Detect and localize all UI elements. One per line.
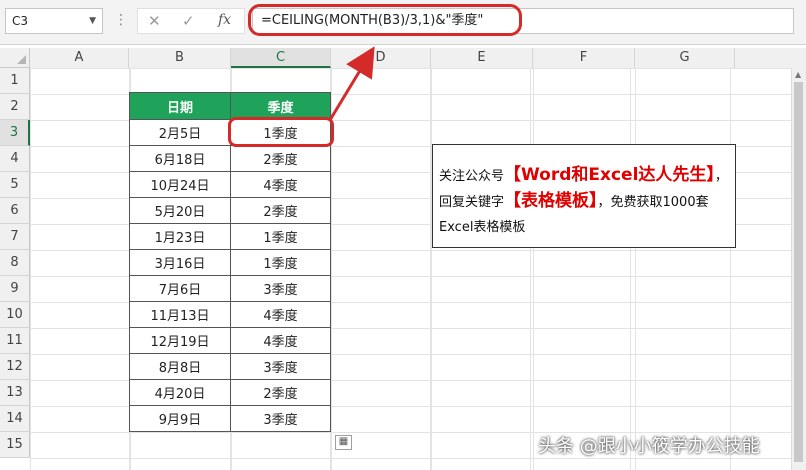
table-row: 1月23日 1季度 bbox=[129, 223, 331, 250]
column-header-f[interactable]: F bbox=[533, 48, 635, 68]
date-cell[interactable]: 3月16日 bbox=[129, 249, 231, 276]
select-all-button[interactable] bbox=[0, 48, 30, 68]
row-header-7[interactable]: 7 bbox=[0, 224, 30, 250]
quarter-cell[interactable]: 3季度 bbox=[230, 353, 331, 380]
more-icon[interactable]: ⋮ bbox=[114, 12, 128, 28]
row-header-3[interactable]: 3 bbox=[0, 120, 30, 146]
column-gridline bbox=[635, 68, 636, 470]
header-date[interactable]: 日期 bbox=[129, 92, 231, 120]
formula-bar: C3 ▼ ⋮ ✕ ✓ fx =CEILING(MONTH(B3)/3,1)&"季… bbox=[0, 0, 806, 45]
row-header-12[interactable]: 12 bbox=[0, 354, 30, 380]
row-header-5[interactable]: 5 bbox=[0, 172, 30, 198]
table-row: 7月6日 3季度 bbox=[129, 275, 331, 302]
note-highlight-1: 【Word和Excel达人先生】 bbox=[504, 165, 715, 185]
cancel-icon[interactable]: ✕ bbox=[148, 12, 161, 30]
column-header-b[interactable]: B bbox=[129, 48, 231, 68]
formula-highlight-ring bbox=[248, 4, 522, 36]
column-header-d[interactable]: D bbox=[331, 48, 431, 68]
quarter-cell[interactable]: 3季度 bbox=[230, 405, 331, 432]
column-gridline bbox=[533, 68, 534, 470]
column-header-c[interactable]: C bbox=[231, 48, 331, 68]
row-header-9[interactable]: 9 bbox=[0, 276, 30, 302]
chevron-down-icon[interactable]: ▼ bbox=[89, 9, 96, 33]
date-cell[interactable]: 4月20日 bbox=[129, 379, 231, 406]
note-text-1: 关注公众号 bbox=[439, 169, 505, 184]
quarter-cell[interactable]: 4季度 bbox=[230, 301, 331, 328]
promo-note-box: 关注公众号【Word和Excel达人先生】，回复关键字【表格模板】，免费获取10… bbox=[432, 144, 736, 248]
formula-buttons: ✕ ✓ fx bbox=[137, 8, 245, 34]
header-quarter[interactable]: 季度 bbox=[230, 92, 331, 120]
watermark: 头条 @跟小小筱学办公技能 bbox=[538, 436, 760, 457]
date-cell[interactable]: 6月18日 bbox=[129, 145, 231, 172]
table-row: 4月20日 2季度 bbox=[129, 379, 331, 406]
name-box[interactable]: C3 ▼ bbox=[5, 8, 103, 34]
row-header-15[interactable]: 15 bbox=[0, 432, 30, 458]
date-cell[interactable]: 8月8日 bbox=[129, 353, 231, 380]
note-highlight-2: 【表格模板】 bbox=[504, 191, 598, 211]
quarter-cell[interactable]: 2季度 bbox=[230, 145, 331, 172]
row-header-2[interactable]: 2 bbox=[0, 94, 30, 120]
date-cell[interactable]: 5月20日 bbox=[129, 197, 231, 224]
table-header-row: 日期 季度 bbox=[129, 92, 331, 120]
row-header-14[interactable]: 14 bbox=[0, 406, 30, 432]
date-cell[interactable]: 7月6日 bbox=[129, 275, 231, 302]
date-cell[interactable]: 11月13日 bbox=[129, 301, 231, 328]
row-header-6[interactable]: 6 bbox=[0, 198, 30, 224]
scroll-thumb[interactable] bbox=[794, 82, 803, 462]
date-cell[interactable]: 9月9日 bbox=[129, 405, 231, 432]
table-row: 12月19日 4季度 bbox=[129, 327, 331, 354]
row-header-11[interactable]: 11 bbox=[0, 328, 30, 354]
row-header-10[interactable]: 10 bbox=[0, 302, 30, 328]
row-header-8[interactable]: 8 bbox=[0, 250, 30, 276]
table-row: 8月8日 3季度 bbox=[129, 353, 331, 380]
table-row: 10月24日 4季度 bbox=[129, 171, 331, 198]
row-header-13[interactable]: 13 bbox=[0, 380, 30, 406]
scroll-up-icon[interactable]: ▲ bbox=[795, 70, 801, 79]
enter-icon[interactable]: ✓ bbox=[182, 12, 195, 30]
quarter-cell[interactable]: 3季度 bbox=[230, 275, 331, 302]
row-header-4[interactable]: 4 bbox=[0, 146, 30, 172]
quarter-cell[interactable]: 2季度 bbox=[230, 379, 331, 406]
table-row: 11月13日 4季度 bbox=[129, 301, 331, 328]
column-gridline bbox=[30, 68, 31, 470]
quarter-cell[interactable]: 1季度 bbox=[230, 223, 331, 250]
quarter-cell[interactable]: 4季度 bbox=[230, 171, 331, 198]
vertical-scrollbar[interactable]: ▲ bbox=[791, 68, 806, 470]
selected-cell-ring bbox=[228, 117, 334, 147]
table-row: 6月18日 2季度 bbox=[129, 145, 331, 172]
insert-function-icon[interactable]: fx bbox=[218, 12, 231, 28]
table-row: 5月20日 2季度 bbox=[129, 197, 331, 224]
date-cell[interactable]: 12月19日 bbox=[129, 327, 231, 354]
date-cell[interactable]: 10月24日 bbox=[129, 171, 231, 198]
paste-options-icon[interactable]: ▦ bbox=[335, 435, 352, 450]
column-gridline bbox=[431, 68, 432, 470]
quarter-cell[interactable]: 2季度 bbox=[230, 197, 331, 224]
column-header-g[interactable]: G bbox=[635, 48, 735, 68]
name-box-value: C3 bbox=[12, 14, 29, 28]
column-header-e[interactable]: E bbox=[431, 48, 533, 68]
table-row: 9月9日 3季度 bbox=[129, 405, 331, 432]
quarter-cell[interactable]: 4季度 bbox=[230, 327, 331, 354]
date-cell[interactable]: 2月5日 bbox=[129, 119, 231, 146]
row-header-1[interactable]: 1 bbox=[0, 68, 30, 94]
column-header-a[interactable]: A bbox=[30, 48, 129, 68]
table-row: 3月16日 1季度 bbox=[129, 249, 331, 276]
quarter-cell[interactable]: 1季度 bbox=[230, 249, 331, 276]
date-cell[interactable]: 1月23日 bbox=[129, 223, 231, 250]
